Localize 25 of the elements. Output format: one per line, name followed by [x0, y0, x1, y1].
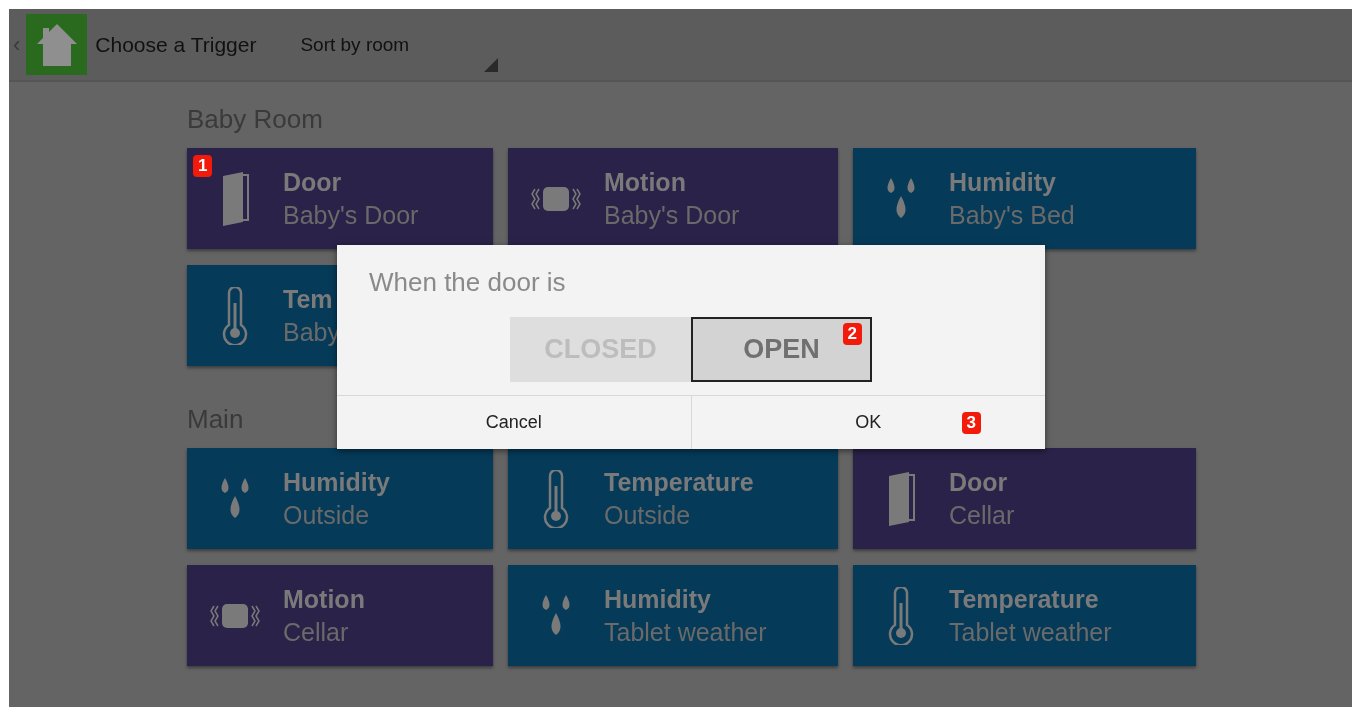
number-badge: 3	[961, 412, 981, 434]
tile-title: Motion	[283, 584, 365, 614]
tile-subtitle: Baby	[283, 317, 340, 347]
tile-title: Humidity	[604, 584, 712, 614]
tile-title: Humidity	[949, 167, 1057, 197]
tile-title: Temperature	[604, 467, 754, 497]
tile-title: Tem	[283, 284, 334, 314]
tile-title: Motion	[604, 167, 687, 197]
tile-subtitle: Baby's Door	[604, 200, 740, 230]
dialog-title: When the door is	[369, 267, 566, 297]
tile-subtitle: Outside	[283, 500, 371, 530]
number-badge: 2	[842, 323, 862, 345]
tile-subtitle: Tablet weather	[949, 617, 1112, 647]
screen-title: Choose a Trigger	[95, 32, 257, 57]
tile-subtitle: Baby's Door	[283, 200, 419, 230]
tile-subtitle: Tablet weather	[604, 617, 767, 647]
number-badge: 1	[193, 155, 213, 177]
tile-title: Door	[283, 167, 343, 197]
tile-title: Temperature	[949, 584, 1100, 614]
tile-subtitle: Outside	[604, 500, 692, 530]
tile-title: Door	[949, 467, 1009, 497]
tile-subtitle: Cellar	[283, 617, 350, 647]
tile-title: Humidity	[283, 467, 390, 497]
tile-subtitle: Cellar	[949, 500, 1015, 530]
tile-subtitle: Baby's Bed	[949, 200, 1075, 230]
